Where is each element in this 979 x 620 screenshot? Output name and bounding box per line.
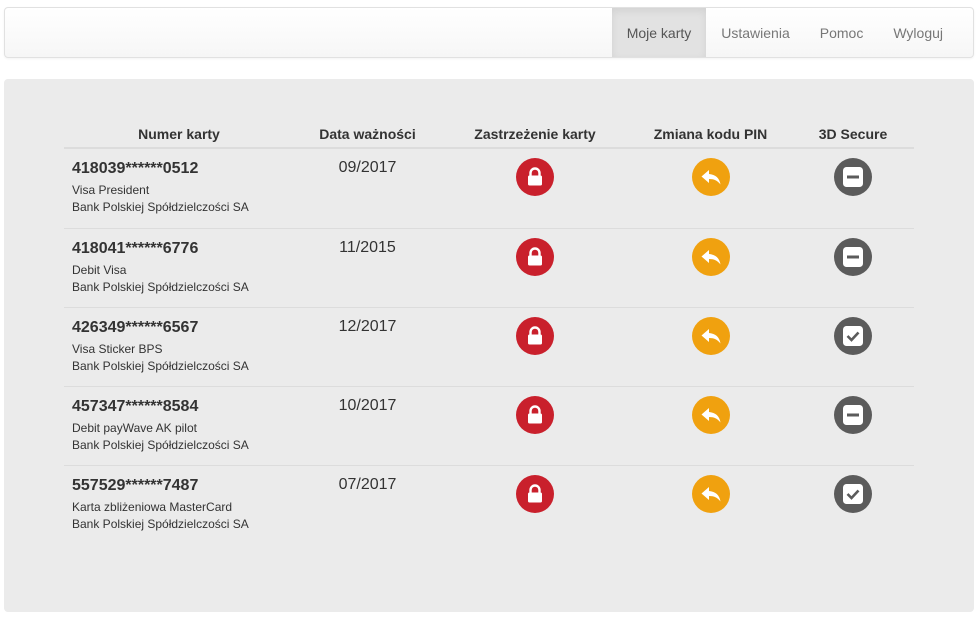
table-row: 418041******6776 Debit Visa Bank Polskiej … bbox=[64, 228, 914, 307]
card-cell: 418041******6776 Debit Visa Bank Polskiej … bbox=[64, 229, 294, 307]
card-number: 557529******7487 bbox=[72, 477, 199, 494]
block-cell bbox=[441, 149, 629, 228]
card-bank: Bank Polskiej Spółdzielczości SA bbox=[72, 359, 249, 373]
secure-cell bbox=[792, 149, 914, 228]
change-pin-button[interactable] bbox=[691, 238, 730, 276]
card-number: 418039******0512 bbox=[72, 160, 199, 177]
nav-item-wyloguj[interactable]: Wyloguj bbox=[878, 8, 958, 57]
nav-item-moje-karty[interactable]: Moje karty bbox=[611, 8, 707, 57]
secure-cell bbox=[792, 229, 914, 307]
secure-cell bbox=[792, 466, 914, 544]
card-type: Debit Visa bbox=[72, 263, 127, 277]
change-pin-button[interactable] bbox=[691, 317, 730, 355]
lock-icon bbox=[526, 167, 544, 187]
card-type: Visa President bbox=[72, 183, 150, 197]
header-block-card: Zastrzeżenie karty bbox=[474, 126, 596, 142]
header-card-number: Numer karty bbox=[138, 126, 220, 142]
card-cell: 457347******8584 Debit payWave AK pilot Ba… bbox=[64, 387, 294, 465]
card-bank: Bank Polskiej Spółdzielczości SA bbox=[72, 200, 249, 214]
table-row: 426349******6567 Visa Sticker BPS Bank Pol… bbox=[64, 307, 914, 386]
minus-icon bbox=[842, 246, 864, 268]
block-card-button[interactable] bbox=[516, 238, 554, 276]
block-card-button[interactable] bbox=[516, 158, 554, 196]
3d-secure-button[interactable] bbox=[834, 158, 872, 196]
lock-icon bbox=[526, 326, 544, 346]
pin-cell bbox=[629, 149, 792, 228]
card-number: 418041******6776 bbox=[72, 240, 199, 257]
reply-arrow-icon bbox=[700, 327, 722, 345]
pin-cell bbox=[629, 229, 792, 307]
check-icon bbox=[842, 325, 864, 347]
minus-icon bbox=[842, 404, 864, 426]
3d-secure-button[interactable] bbox=[834, 396, 872, 434]
3d-secure-button[interactable] bbox=[834, 475, 872, 513]
cards-table: Numer karty Data ważności Zastrzeżenie k… bbox=[64, 125, 914, 544]
table-row: 457347******8584 Debit payWave AK pilot Ba… bbox=[64, 386, 914, 465]
table-header: Numer karty Data ważności Zastrzeżenie k… bbox=[64, 125, 914, 149]
change-pin-button[interactable] bbox=[691, 396, 730, 434]
nav-item-ustawienia[interactable]: Ustawienia bbox=[706, 8, 804, 57]
pin-cell bbox=[629, 387, 792, 465]
table-row: 557529******7487 Karta zbliżeniowa Master… bbox=[64, 465, 914, 544]
card-cell: 557529******7487 Karta zbliżeniowa Master… bbox=[64, 466, 294, 544]
card-expiry: 09/2017 bbox=[338, 159, 397, 176]
reply-arrow-icon bbox=[700, 406, 722, 424]
reply-arrow-icon bbox=[700, 248, 722, 266]
reply-arrow-icon bbox=[700, 168, 722, 186]
secure-cell bbox=[792, 387, 914, 465]
reply-arrow-icon bbox=[700, 485, 722, 503]
check-icon bbox=[842, 483, 864, 505]
header-change-pin: Zmiana kodu PIN bbox=[653, 126, 768, 142]
change-pin-button[interactable] bbox=[691, 475, 730, 513]
card-cell: 426349******6567 Visa Sticker BPS Bank Pol… bbox=[64, 308, 294, 386]
card-bank: Bank Polskiej Spółdzielczości SA bbox=[72, 517, 249, 531]
block-cell bbox=[441, 466, 629, 544]
change-pin-button[interactable] bbox=[691, 158, 730, 196]
card-expiry: 11/2015 bbox=[339, 239, 396, 256]
card-number: 457347******8584 bbox=[72, 398, 199, 415]
card-number: 426349******6567 bbox=[72, 319, 199, 336]
table-row: 418039******0512 Visa President Bank Polsk… bbox=[64, 149, 914, 228]
lock-icon bbox=[526, 484, 544, 504]
card-bank: Bank Polskiej Spółdzielczości SA bbox=[72, 438, 249, 452]
header-3d-secure: 3D Secure bbox=[818, 126, 888, 142]
cards-panel: Numer karty Data ważności Zastrzeżenie k… bbox=[4, 79, 974, 612]
card-cell: 418039******0512 Visa President Bank Polsk… bbox=[64, 149, 294, 228]
block-card-button[interactable] bbox=[516, 317, 554, 355]
pin-cell bbox=[629, 308, 792, 386]
card-expiry: 10/2017 bbox=[338, 397, 397, 414]
lock-icon bbox=[526, 405, 544, 425]
card-type: Visa Sticker BPS bbox=[72, 342, 163, 356]
block-cell bbox=[441, 387, 629, 465]
card-expiry: 07/2017 bbox=[338, 476, 397, 493]
3d-secure-button[interactable] bbox=[834, 238, 872, 276]
lock-icon bbox=[526, 247, 544, 267]
3d-secure-button[interactable] bbox=[834, 317, 872, 355]
table-body: 418039******0512 Visa President Bank Polsk… bbox=[64, 149, 914, 544]
nav-item-pomoc[interactable]: Pomoc bbox=[805, 8, 879, 57]
secure-cell bbox=[792, 308, 914, 386]
card-bank: Bank Polskiej Spółdzielczości SA bbox=[72, 280, 249, 294]
card-expiry: 12/2017 bbox=[338, 318, 397, 335]
top-navbar: Moje karty Ustawienia Pomoc Wyloguj bbox=[4, 7, 974, 58]
block-card-button[interactable] bbox=[516, 396, 554, 434]
block-cell bbox=[441, 308, 629, 386]
minus-icon bbox=[842, 166, 864, 188]
block-cell bbox=[441, 229, 629, 307]
nav-menu: Moje karty Ustawienia Pomoc Wyloguj bbox=[611, 8, 958, 57]
card-type: Debit payWave AK pilot bbox=[72, 421, 197, 435]
pin-cell bbox=[629, 466, 792, 544]
card-type: Karta zbliżeniowa MasterCard bbox=[72, 500, 233, 514]
block-card-button[interactable] bbox=[516, 475, 554, 513]
header-expiry: Data ważności bbox=[319, 126, 416, 142]
